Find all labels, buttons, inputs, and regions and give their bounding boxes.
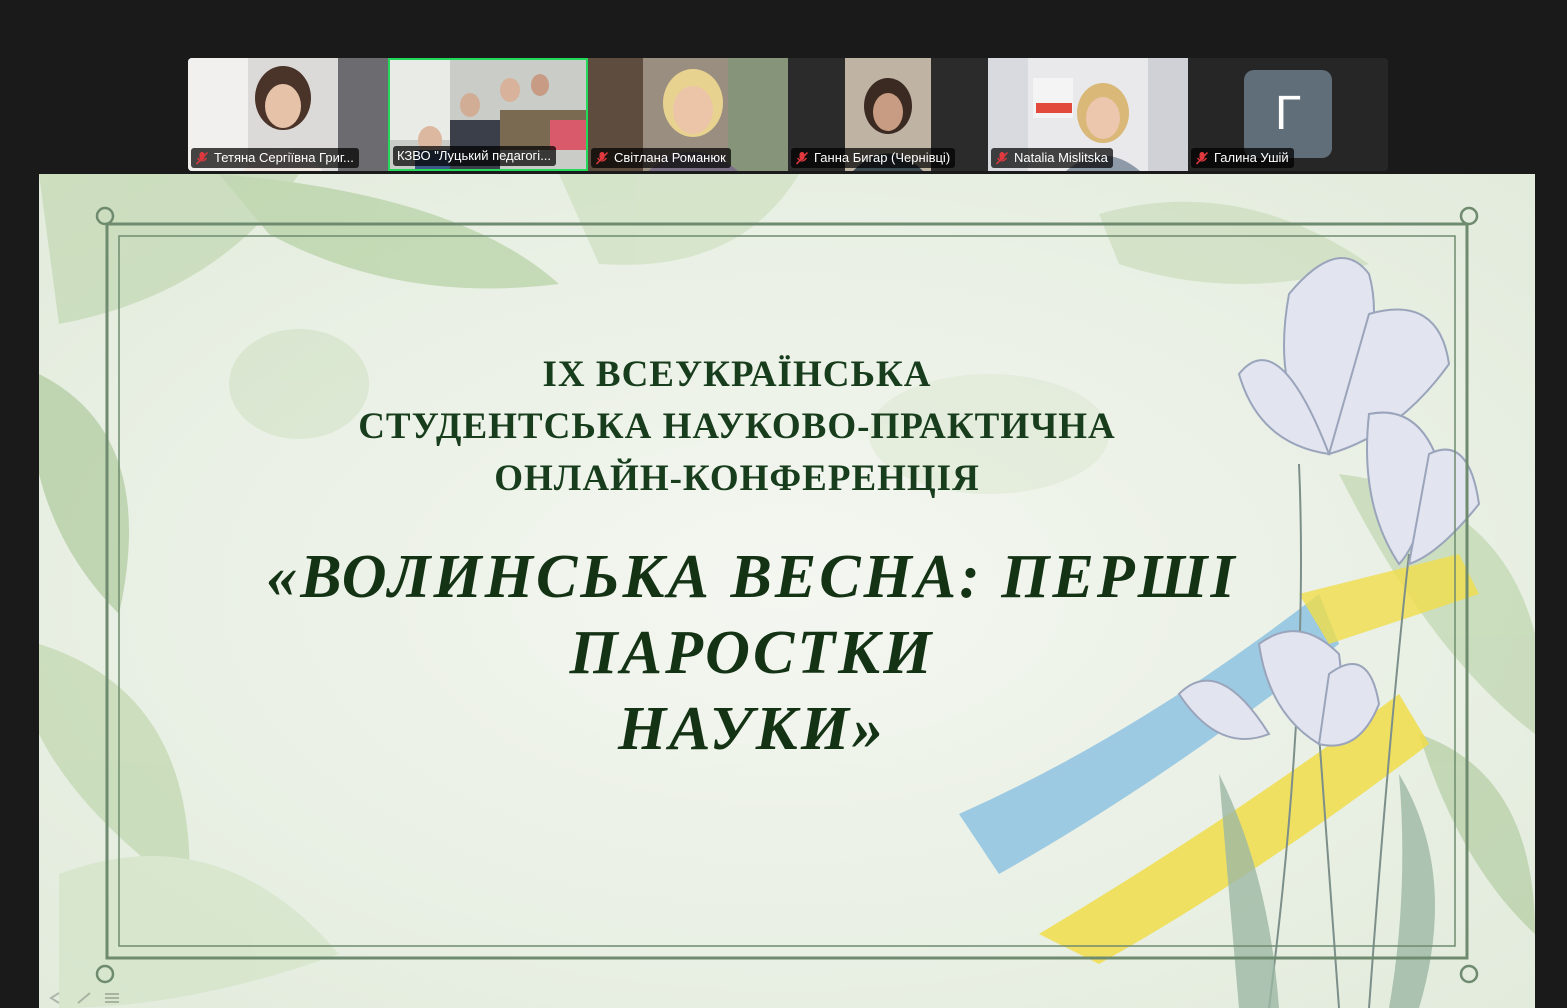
slide-title-line-2: ПАРОСТКИ bbox=[569, 619, 935, 687]
participant-name-bar: Natalia Mislitska bbox=[991, 148, 1113, 168]
muted-mic-icon bbox=[195, 151, 209, 165]
slide-title: «ВОЛИНСЬКА ВЕСНА: ПЕРШІ ПАРОСТКИ НАУКИ» bbox=[39, 539, 1535, 767]
slide-line-3: ОНЛАЙН-КОНФЕРЕНЦІЯ bbox=[494, 458, 980, 499]
slide-title-line-3: НАУКИ» bbox=[617, 695, 887, 763]
slide-line-2: СТУДЕНТСЬКА НАУКОВО-ПРАКТИЧНА bbox=[358, 406, 1116, 447]
participant-name: Тетяна Сергіївна Григ... bbox=[214, 150, 354, 165]
participant-tile[interactable]: Світлана Романюк bbox=[588, 58, 788, 171]
participant-tile[interactable]: Г Галина Ушій bbox=[1188, 58, 1388, 171]
participant-name-bar: Ганна Бигар (Чернівці) bbox=[791, 148, 956, 168]
muted-mic-icon bbox=[595, 151, 609, 165]
participant-name: КЗВО "Луцький педагогі... bbox=[397, 148, 552, 163]
muted-mic-icon bbox=[1195, 151, 1209, 165]
participant-name-bar: Тетяна Сергіївна Григ... bbox=[191, 148, 359, 168]
muted-mic-icon bbox=[795, 151, 809, 165]
arrow-left-icon[interactable] bbox=[47, 992, 65, 1004]
avatar: Г bbox=[1244, 70, 1332, 158]
participant-name-bar: Галина Ушій bbox=[1191, 148, 1294, 168]
muted-mic-icon bbox=[995, 151, 1009, 165]
participant-name-bar: Світлана Романюк bbox=[591, 148, 731, 168]
participant-name: Галина Ушій bbox=[1214, 150, 1289, 165]
participant-tile[interactable]: Тетяна Сергіївна Григ... bbox=[188, 58, 388, 171]
participant-tile-active[interactable]: КЗВО "Луцький педагогі... bbox=[388, 58, 588, 171]
participant-tile[interactable]: Natalia Mislitska bbox=[988, 58, 1188, 171]
slide-title-line-1: «ВОЛИНСЬКА ВЕСНА: ПЕРШІ bbox=[266, 543, 1238, 611]
participant-name: Світлана Романюк bbox=[614, 150, 726, 165]
slide-line-1: IX ВСЕУКРАЇНСЬКА bbox=[542, 354, 932, 395]
participant-name: Ганна Бигар (Чернівці) bbox=[814, 150, 951, 165]
participant-tile[interactable]: Ганна Бигар (Чернівці) bbox=[788, 58, 988, 171]
participant-strip: Тетяна Сергіївна Григ... КЗВО "Луцький п… bbox=[188, 58, 1388, 171]
slide-text: IX ВСЕУКРАЇНСЬКА СТУДЕНТСЬКА НАУКОВО-ПРА… bbox=[39, 349, 1535, 767]
pen-icon[interactable] bbox=[75, 992, 93, 1004]
slide-toolbar bbox=[47, 992, 121, 1004]
participant-name-bar: КЗВО "Луцький педагогі... bbox=[393, 146, 557, 166]
participant-name: Natalia Mislitska bbox=[1014, 150, 1108, 165]
menu-icon[interactable] bbox=[103, 992, 121, 1004]
shared-screen-slide: IX ВСЕУКРАЇНСЬКА СТУДЕНТСЬКА НАУКОВО-ПРА… bbox=[39, 174, 1535, 1008]
